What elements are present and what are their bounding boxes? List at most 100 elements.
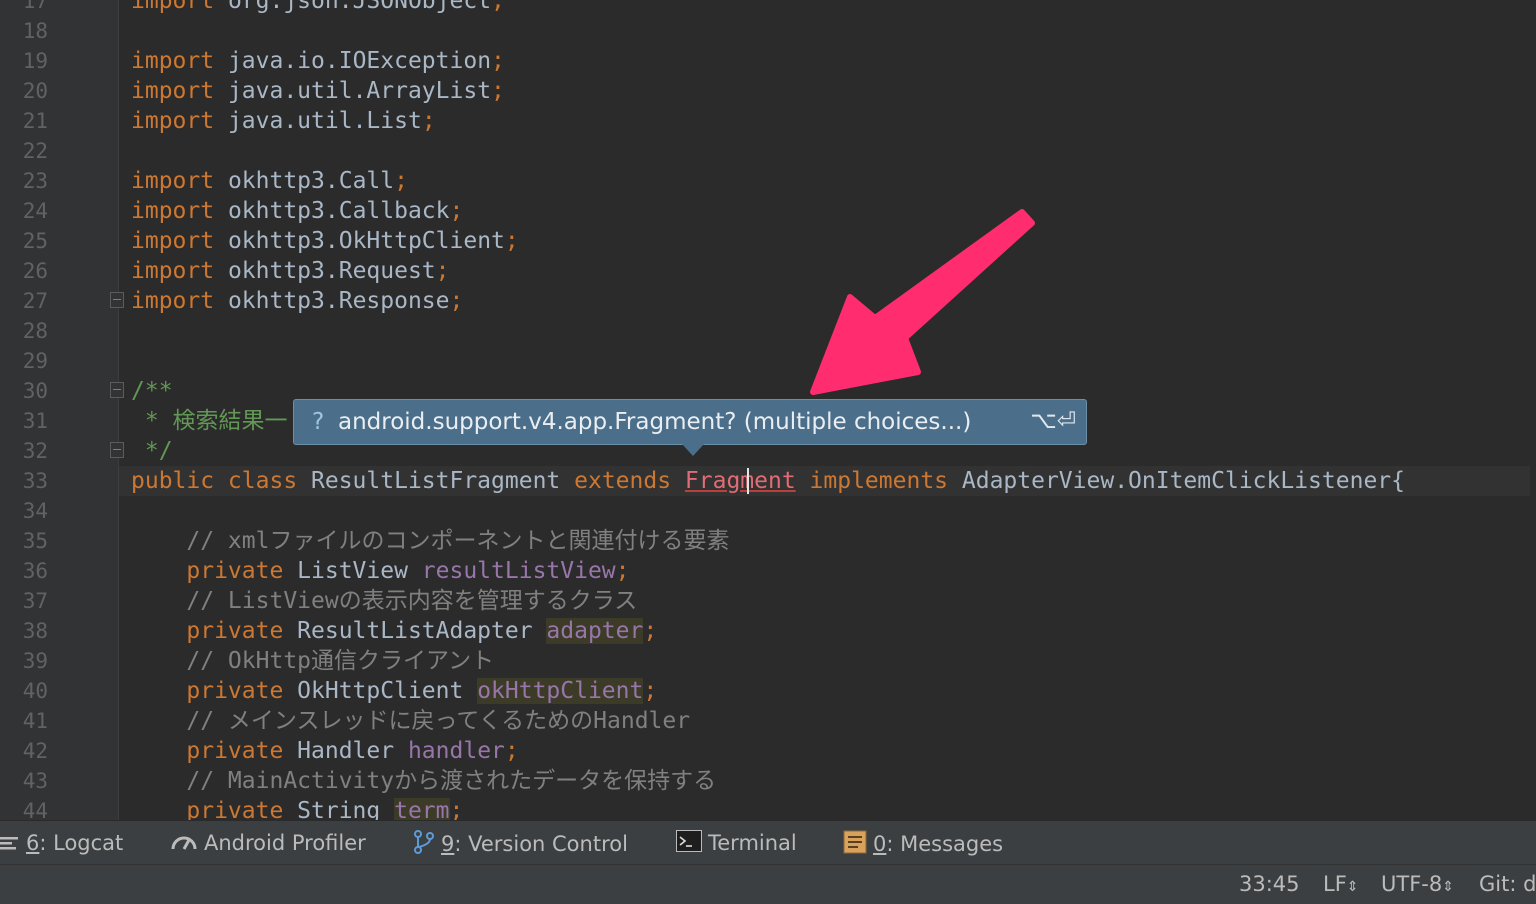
code-token: // メインスレッドに戻ってくるためのHandler [131, 708, 691, 734]
import-hint-popup[interactable]: ? android.support.v4.app.Fragment? (mult… [293, 399, 1087, 456]
code-token: handler [407, 738, 505, 764]
git-branch-widget[interactable]: Git: d [1479, 872, 1536, 896]
fold-start-icon[interactable] [110, 382, 124, 398]
code-line[interactable]: * 検索結果一 [131, 406, 288, 436]
status-bar: 33:45 LF⇕ UTF-8⇕ Git: d [0, 864, 1536, 904]
branch-icon [413, 830, 435, 860]
code-line[interactable]: // OkHttp通信クライアント [131, 646, 494, 676]
code-token: import [131, 198, 215, 224]
code-line[interactable]: private Handler handler; [131, 736, 519, 766]
code-line[interactable]: // MainActivityから渡されたデータを保持する [131, 766, 716, 796]
line-separator-widget[interactable]: LF⇕ [1323, 872, 1359, 896]
tool-logcat[interactable]: 6: Logcat [0, 830, 123, 856]
code-line[interactable]: private ListView resultListView; [131, 556, 629, 586]
code-line[interactable]: import java.util.List; [131, 106, 436, 136]
line-number: 42 [22, 739, 48, 763]
gutter-divider [118, 0, 119, 820]
updown-icon: ⇕ [1442, 879, 1454, 895]
code-token: ListView [297, 558, 422, 584]
code-line[interactable]: // xmlファイルのコンポーネントと関連付ける要素 [131, 526, 729, 556]
code-token: import [131, 258, 215, 284]
code-line[interactable]: public class ResultListFragment extends … [131, 466, 1405, 496]
vcs-mnemonic: 9 [441, 832, 455, 856]
code-token: java.util.List [214, 108, 422, 134]
tool-messages[interactable]: 0: Messages [843, 830, 1003, 856]
code-token: private [131, 738, 298, 764]
line-number: 38 [22, 619, 48, 643]
code-line[interactable]: import okhttp3.Request; [131, 256, 450, 286]
code-line[interactable]: import okhttp3.Call; [131, 166, 408, 196]
caret-position[interactable]: 33:45 [1239, 872, 1300, 896]
code-token: ; [643, 618, 658, 644]
code-token: ResultListAdapter [297, 618, 547, 644]
code-line[interactable]: // ListViewの表示内容を管理するクラス [131, 586, 637, 616]
line-number: 25 [22, 229, 48, 253]
code-line[interactable]: /** [131, 376, 173, 406]
code-token: private [131, 678, 298, 704]
code-token: String [297, 798, 395, 820]
question-icon: ? [312, 409, 325, 435]
code-token: ; [491, 78, 505, 104]
code-token: org.json.JSONObject [214, 0, 492, 14]
line-number: 39 [22, 649, 48, 673]
code-line[interactable]: import okhttp3.Callback; [131, 196, 463, 226]
line-number: 29 [22, 349, 48, 373]
code-token: okhttp3.OkHttpClient [214, 228, 505, 254]
popup-pointer [682, 444, 704, 456]
code-token: implements [809, 468, 962, 494]
fold-end-icon[interactable] [110, 442, 124, 458]
code-line[interactable]: import okhttp3.OkHttpClient; [131, 226, 519, 256]
code-line[interactable]: private OkHttpClient okHttpClient; [131, 676, 657, 706]
line-number: 19 [22, 49, 48, 73]
gauge-icon [170, 831, 198, 857]
line-number: 24 [22, 199, 48, 223]
code-line[interactable]: // メインスレッドに戻ってくるためのHandler [131, 706, 690, 736]
messages-mnemonic: 0 [873, 832, 887, 856]
code-line[interactable]: private String term; [131, 796, 463, 820]
encoding-widget[interactable]: UTF-8⇕ [1381, 872, 1454, 896]
tool-version-control[interactable]: 9: Version Control [413, 830, 628, 856]
code-token: import [131, 0, 215, 14]
code-line[interactable]: import java.util.ArrayList; [131, 76, 505, 106]
code-line[interactable]: import okhttp3.Response; [131, 286, 463, 316]
code-token: okhttp3.Request [214, 258, 436, 284]
code-token: ; [449, 288, 464, 314]
code-line[interactable]: import org.json.JSONObject; [131, 0, 505, 16]
code-token: // xmlファイルのコンポーネントと関連付ける要素 [131, 528, 730, 554]
code-token: ; [435, 258, 450, 284]
code-line[interactable]: private ResultListAdapter adapter; [131, 616, 657, 646]
code-token: resultListView [421, 558, 616, 584]
code-token: ; [421, 108, 436, 134]
line-number: 44 [22, 799, 48, 820]
code-token: public class [131, 468, 312, 494]
code-token: okhttp3.Call [214, 168, 395, 194]
updown-icon: ⇕ [1346, 879, 1359, 895]
code-token: ; [504, 738, 519, 764]
line-number: 34 [22, 499, 48, 523]
code-token: extends [574, 468, 685, 494]
encoding-value: UTF-8 [1381, 872, 1443, 896]
shortcut-hint: ⌥⏎ [1030, 408, 1076, 434]
line-number: 22 [22, 139, 48, 163]
tool-android-profiler[interactable]: Android Profiler [170, 830, 366, 856]
fold-end-icon[interactable] [110, 292, 124, 308]
code-token: import [131, 228, 215, 254]
code-token: okHttpClient [477, 678, 644, 704]
import-hint-text[interactable]: android.support.v4.app.Fragment? (multip… [338, 409, 971, 435]
line-number: 20 [22, 79, 48, 103]
code-editor[interactable]: 17 18 19 20 21 22 23 24 25 26 27 28 29 30 31 32 33 34 35 36… [0, 0, 1536, 820]
tool-terminal[interactable]: Terminal [676, 830, 797, 856]
code-token: ; [504, 228, 519, 254]
line-number: 37 [22, 589, 48, 613]
line-number: 41 [22, 709, 48, 733]
code-token: okhttp3.Callback [214, 198, 450, 224]
code-line[interactable]: */ [131, 436, 173, 466]
line-number: 40 [22, 679, 48, 703]
editor-scrollbar[interactable] [1530, 0, 1536, 820]
line-number: 32 [22, 439, 48, 463]
code-token: ; [643, 678, 658, 704]
code-line[interactable]: import java.io.IOException; [131, 46, 505, 76]
code-token: // MainActivityから渡されたデータを保持する [131, 768, 717, 794]
code-token: * 検索結果一 [131, 408, 288, 434]
